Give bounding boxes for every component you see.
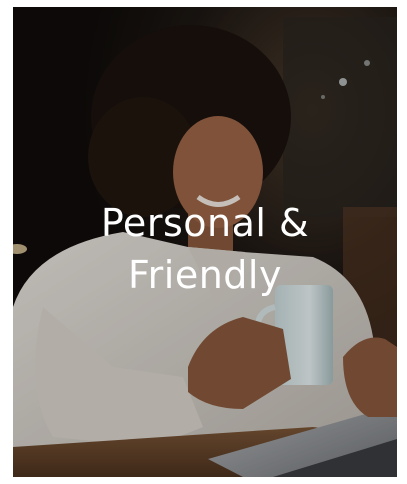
card-title-line-2: Friendly [128, 253, 282, 297]
card-title-line-1: Personal & [100, 201, 310, 245]
card-title: Personal & Friendly [13, 197, 397, 301]
feature-card[interactable]: Personal & Friendly [13, 7, 397, 477]
